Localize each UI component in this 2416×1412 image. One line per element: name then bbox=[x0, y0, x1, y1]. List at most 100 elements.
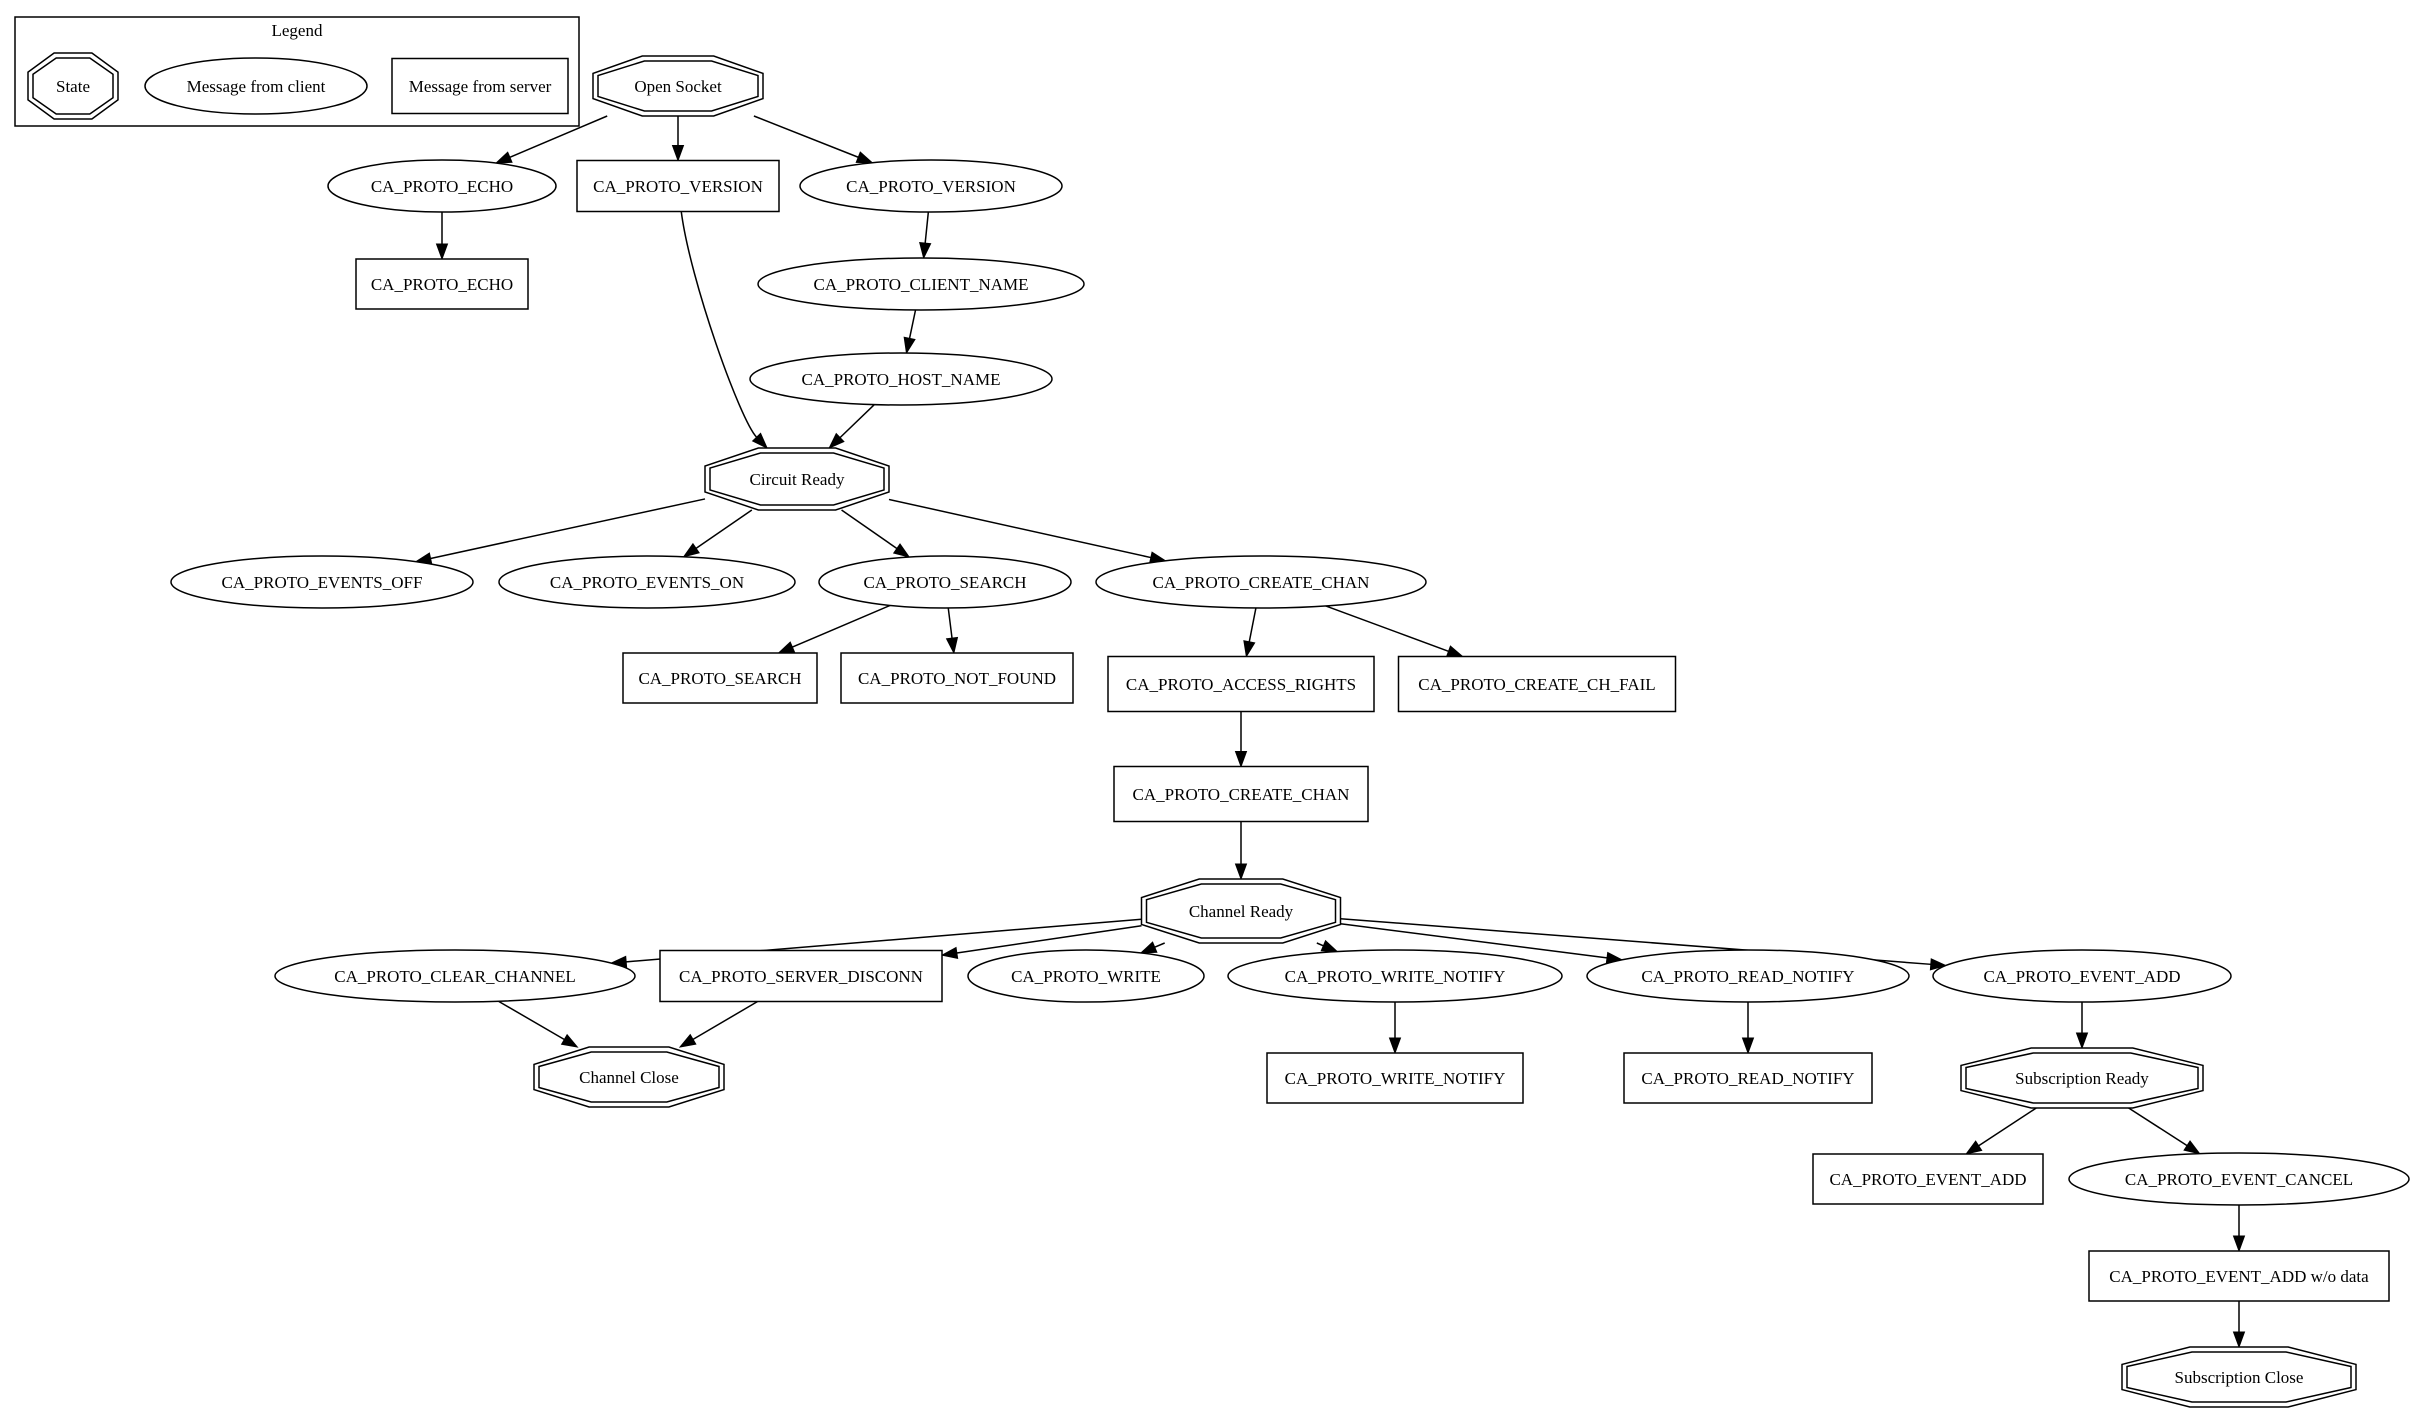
node-open-socket-label: Open Socket bbox=[634, 77, 722, 96]
edge-line bbox=[956, 924, 1142, 954]
node-c-write-label: CA_PROTO_WRITE bbox=[1011, 967, 1161, 986]
arrowhead-icon bbox=[892, 543, 911, 558]
node-s-event-add-nodata-label: CA_PROTO_EVENT_ADD w/o data bbox=[2109, 1267, 2369, 1286]
node-s-create-ch-fail: CA_PROTO_CREATE_CH_FAIL bbox=[1397, 655, 1677, 713]
edge-line bbox=[841, 509, 898, 550]
node-s-access-rights-label: CA_PROTO_ACCESS_RIGHTS bbox=[1126, 675, 1356, 694]
arrowhead-icon bbox=[1445, 645, 1464, 658]
arrowhead-icon bbox=[1741, 1037, 1755, 1055]
edge-s_server_disconn-to-channel_close bbox=[678, 1000, 758, 1048]
node-s-version-label: CA_PROTO_VERSION bbox=[593, 177, 763, 196]
edge-s_version-to-circuit_ready bbox=[680, 211, 769, 450]
node-s-echo: CA_PROTO_ECHO bbox=[355, 258, 529, 310]
edge-c_client_name-to-c_host_name bbox=[903, 309, 917, 355]
edge-line bbox=[695, 509, 753, 549]
edge-circuit_ready-to-c_create_chan bbox=[888, 498, 1167, 564]
edge-line bbox=[924, 211, 930, 244]
node-s-search-label: CA_PROTO_SEARCH bbox=[638, 669, 801, 688]
edge-subscription_ready-to-c_event_cancel bbox=[2128, 1107, 2201, 1155]
edge-line bbox=[908, 309, 917, 339]
edge-line bbox=[1154, 942, 1165, 948]
arrowhead-icon bbox=[855, 151, 874, 164]
node-c-event-cancel-label: CA_PROTO_EVENT_CANCEL bbox=[2125, 1170, 2353, 1189]
arrowhead-icon bbox=[1139, 941, 1158, 954]
edge-c_read_notify-to-s_read_notify bbox=[1741, 1002, 1755, 1055]
node-s-write-notify-label: CA_PROTO_WRITE_NOTIFY bbox=[1285, 1069, 1506, 1088]
edge-line bbox=[1978, 1107, 2037, 1147]
edge-line bbox=[839, 404, 875, 439]
node-subscription-ready-label: Subscription Ready bbox=[2015, 1069, 2149, 1088]
node-c-host-name-label: CA_PROTO_HOST_NAME bbox=[802, 370, 1001, 389]
node-c-version: CA_PROTO_VERSION bbox=[799, 159, 1063, 213]
edge-c_event_cancel-to-s_event_add_nodata bbox=[2232, 1205, 2246, 1253]
arrowhead-icon bbox=[903, 336, 916, 355]
legend-item-state: State bbox=[27, 52, 119, 120]
node-channel-close-label: Channel Close bbox=[579, 1068, 679, 1087]
node-c-create-chan: CA_PROTO_CREATE_CHAN bbox=[1095, 555, 1427, 609]
node-open-socket: Open Socket bbox=[592, 55, 764, 117]
arrowhead-icon bbox=[940, 946, 959, 960]
node-s-create-chan-label: CA_PROTO_CREATE_CHAN bbox=[1133, 785, 1350, 804]
node-c-search: CA_PROTO_SEARCH bbox=[818, 555, 1072, 609]
node-s-read-notify-label: CA_PROTO_READ_NOTIFY bbox=[1641, 1069, 1854, 1088]
node-channel-close: Channel Close bbox=[533, 1046, 725, 1108]
node-c-events-off-label: CA_PROTO_EVENTS_OFF bbox=[222, 573, 423, 592]
edge-c_write_notify-to-s_write_notify bbox=[1388, 1002, 1402, 1055]
edge-open_socket-to-s_version bbox=[671, 116, 685, 162]
edge-line bbox=[692, 1000, 758, 1041]
edge-channel_ready-to-c_write_notify bbox=[1316, 939, 1339, 953]
edge-line bbox=[792, 604, 891, 648]
node-c-event-add-label: CA_PROTO_EVENT_ADD bbox=[1983, 967, 2180, 986]
arrowhead-icon bbox=[2183, 1140, 2201, 1155]
arrowhead-icon bbox=[1234, 751, 1248, 768]
arrowhead-icon bbox=[560, 1033, 579, 1048]
node-s-search: CA_PROTO_SEARCH bbox=[622, 652, 818, 704]
legend-item-label: Message from server bbox=[409, 77, 552, 96]
edge-c_create_chan-to-s_create_ch_fail bbox=[1325, 605, 1464, 658]
edge-c_host_name-to-circuit_ready bbox=[828, 404, 875, 450]
arrowhead-icon bbox=[678, 1033, 697, 1048]
node-s-echo-label: CA_PROTO_ECHO bbox=[371, 275, 513, 294]
arrowhead-icon bbox=[435, 243, 449, 261]
edge-line bbox=[753, 115, 859, 158]
node-s-server-disconn-label: CA_PROTO_SERVER_DISCONN bbox=[679, 967, 923, 986]
node-c-search-label: CA_PROTO_SEARCH bbox=[863, 573, 1026, 592]
arrowhead-icon bbox=[494, 151, 513, 164]
node-s-not-found: CA_PROTO_NOT_FOUND bbox=[840, 652, 1074, 704]
node-s-version: CA_PROTO_VERSION bbox=[576, 159, 780, 213]
edge-line bbox=[1325, 605, 1449, 653]
node-c-version-label: CA_PROTO_VERSION bbox=[846, 177, 1016, 196]
arrowhead-icon bbox=[2075, 1032, 2089, 1050]
arrowhead-icon bbox=[919, 241, 932, 260]
edge-line bbox=[1316, 942, 1324, 947]
nodes-layer: Open Socket CA_PROTO_ECHO CA_PROTO_VERSION… bbox=[170, 55, 2410, 1408]
arrowhead-icon bbox=[671, 145, 685, 162]
edge-circuit_ready-to-c_search bbox=[841, 509, 911, 558]
node-c-events-off: CA_PROTO_EVENTS_OFF bbox=[170, 555, 474, 609]
node-subscription-ready: Subscription Ready bbox=[1960, 1047, 2204, 1109]
arrowhead-icon bbox=[1234, 863, 1248, 881]
node-c-write-notify-label: CA_PROTO_WRITE_NOTIFY bbox=[1285, 967, 1506, 986]
edge-c_event_add-to-subscription_ready bbox=[2075, 1002, 2089, 1050]
node-s-server-disconn: CA_PROTO_SERVER_DISCONN bbox=[659, 949, 943, 1003]
node-c-write-notify: CA_PROTO_WRITE_NOTIFY bbox=[1227, 949, 1563, 1003]
edge-line bbox=[2128, 1107, 2188, 1147]
node-s-event-add-nodata: CA_PROTO_EVENT_ADD w/o data bbox=[2088, 1250, 2390, 1302]
edge-channel_ready-to-c_write bbox=[1139, 941, 1165, 954]
edge-line bbox=[1248, 607, 1257, 642]
node-subscription-close-label: Subscription Close bbox=[2175, 1368, 2304, 1387]
legend-item-label: Message from client bbox=[187, 77, 326, 96]
node-c-echo-label: CA_PROTO_ECHO bbox=[371, 177, 513, 196]
edge-subscription_ready-to-s_event_add bbox=[1964, 1107, 2037, 1155]
node-c-event-add: CA_PROTO_EVENT_ADD bbox=[1932, 949, 2232, 1003]
arrowhead-icon bbox=[2232, 1331, 2246, 1349]
edge-line bbox=[888, 498, 1152, 559]
edge-c_echo-to-s_echo bbox=[435, 212, 449, 261]
node-s-create-ch-fail-label: CA_PROTO_CREATE_CH_FAIL bbox=[1418, 675, 1655, 694]
edge-c_search-to-s_search bbox=[777, 604, 891, 654]
node-subscription-close: Subscription Close bbox=[2121, 1346, 2357, 1408]
arrowhead-icon bbox=[1388, 1037, 1402, 1055]
edge-open_socket-to-c_version bbox=[753, 115, 874, 164]
edge-line bbox=[680, 211, 758, 438]
node-s-not-found-label: CA_PROTO_NOT_FOUND bbox=[858, 669, 1056, 688]
